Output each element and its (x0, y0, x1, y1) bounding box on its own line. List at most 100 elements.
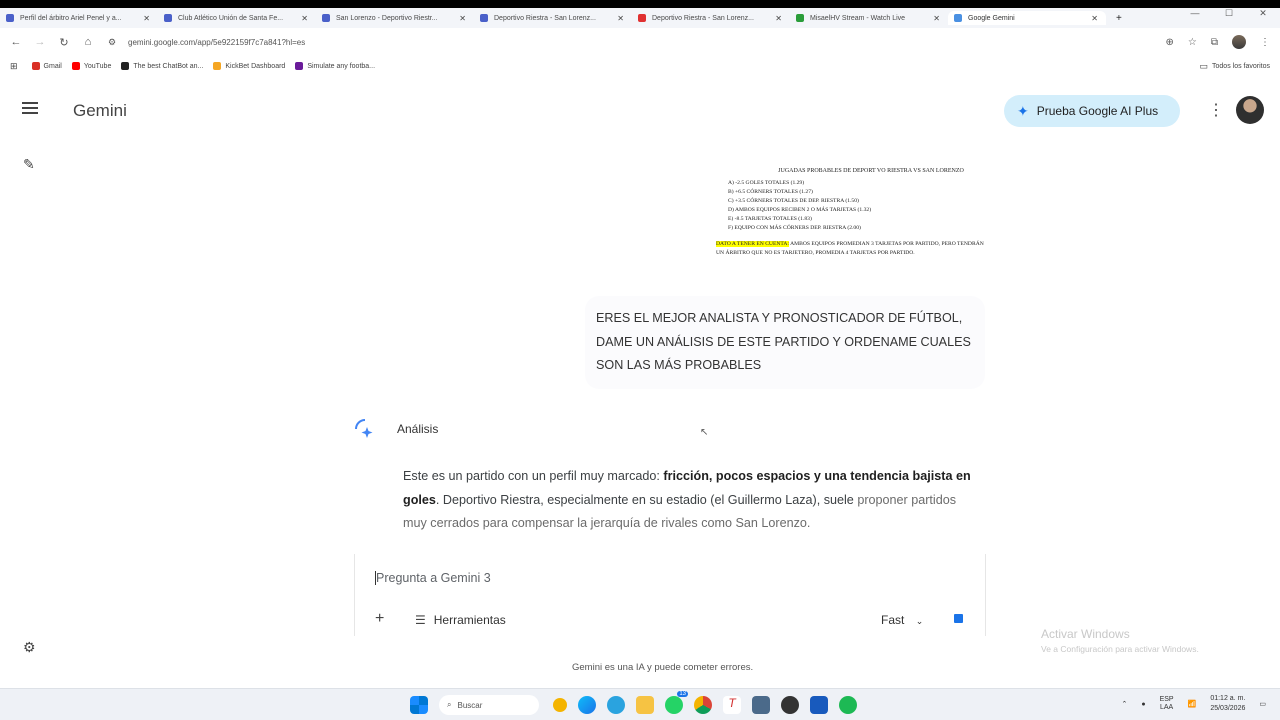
network-volume-icons[interactable]: 📶 (1188, 700, 1197, 708)
bookmark-item[interactable]: YouTube (71, 62, 111, 70)
chevron-down-icon: ⌄ (915, 616, 924, 626)
bookmark-item[interactable]: The best ChatBot an... (121, 62, 203, 70)
widgets-icon[interactable] (553, 698, 567, 712)
attachment-line: B) +6.5 CÓRNERS TOTALES (1.27) (728, 189, 813, 195)
bookmark-item[interactable]: KickBet Dashboard (213, 62, 285, 70)
bookmark-label: KickBet Dashboard (225, 62, 286, 70)
apps-icon[interactable]: ⊞ (10, 61, 18, 72)
tab-close-icon[interactable]: ✕ (775, 14, 782, 23)
more-options-icon[interactable]: ⋮ (1208, 100, 1224, 120)
clock-date: 25/03/2026 (1210, 705, 1246, 712)
attachment-line: A) -2.5 GOLES TOTALES (1.29) (728, 180, 805, 186)
clock[interactable]: 01:12 a. m. 25/03/2026 (1210, 694, 1245, 714)
microphone-icon[interactable]: ● (1141, 701, 1145, 708)
clock-time: 01:12 a. m. (1210, 695, 1246, 702)
zoom-icon[interactable]: ⊕ (1166, 37, 1174, 48)
tools-label: Herramientas (433, 613, 506, 627)
browser-tab[interactable]: Perfil del árbitro Ariel Penel y a... ✕ (0, 11, 158, 25)
tab-close-icon[interactable]: ✕ (301, 14, 308, 23)
spotify-icon[interactable] (839, 696, 857, 714)
attachment-line: C) +3.5 CÓRNERS TOTALES DE DEP. RIESTRA … (728, 198, 859, 204)
reload-icon[interactable]: ↻ (52, 36, 76, 49)
telegram-icon[interactable] (607, 696, 625, 714)
upgrade-plus-button[interactable]: ✦ Prueba Google AI Plus (1004, 95, 1180, 127)
tab-favicon-icon (638, 14, 646, 22)
response-status-label: Análisis (397, 422, 439, 436)
word-icon[interactable] (810, 696, 828, 714)
bookmark-favicon-icon (295, 62, 304, 70)
language-indicator[interactable]: ESP LAA (1160, 696, 1174, 712)
tab-close-icon[interactable]: ✕ (933, 14, 940, 23)
window-controls: — ☐ ✕ (1178, 8, 1280, 19)
back-icon[interactable]: ← (4, 36, 28, 48)
app-title: Gemini (73, 101, 127, 120)
hamburger-menu-icon[interactable] (22, 102, 38, 114)
tab-close-icon[interactable]: ✕ (143, 14, 150, 23)
bookmark-item[interactable]: Gmail (31, 62, 62, 70)
tab-title: Club Atlético Unión de Santa Fe... (178, 14, 284, 22)
bookmark-star-icon[interactable]: ☆ (1188, 37, 1197, 48)
browser-tab[interactable]: Club Atlético Unión de Santa Fe... ✕ (158, 11, 316, 25)
browser-tab[interactable]: Deportivo Riestra - San Lorenz... ✕ (474, 11, 632, 25)
notifications-icon[interactable]: ▭ (1259, 700, 1266, 708)
forward-icon[interactable]: → (28, 36, 52, 48)
url-text[interactable]: gemini.google.com/app/5e922159f7c7a841?h… (128, 38, 305, 47)
windows-start-icon[interactable] (410, 696, 428, 714)
browser-tab[interactable]: Google Gemini ✕ (948, 11, 1106, 25)
all-bookmarks-label: Todos los favoritos (1212, 62, 1270, 70)
maximize-icon[interactable]: ☐ (1212, 8, 1246, 19)
tab-title: San Lorenzo - Deportivo Riestr... (336, 14, 438, 22)
calculator-icon[interactable] (752, 696, 770, 714)
add-file-icon[interactable]: + (375, 610, 384, 628)
attachment-line: E) -8.5 TARJETAS TOTALES (1.83) (728, 216, 812, 222)
tab-close-icon[interactable]: ✕ (459, 14, 466, 23)
browser-tab[interactable]: Deportivo Riestra - San Lorenz... ✕ (632, 11, 790, 25)
watermark-title: Activar Windows (1041, 627, 1130, 641)
close-icon[interactable]: ✕ (1246, 8, 1280, 19)
search-icon: ⌕ (447, 700, 452, 709)
chevron-up-icon[interactable]: ⌃ (1121, 700, 1127, 708)
file-explorer-icon[interactable] (636, 696, 654, 714)
tab-title: Google Gemini (968, 14, 1015, 22)
settings-gear-icon[interactable]: ⚙ (23, 639, 36, 656)
edge-icon[interactable] (578, 696, 596, 714)
bookmark-item[interactable]: Simulate any footba... (295, 62, 375, 70)
bookmarks-bar: ⊞ Gmail YouTube The best ChatBot an... Kick… (0, 58, 1280, 74)
model-mode-button[interactable]: Fast ⌄ (881, 613, 923, 627)
attachment-line: F) EQUIPO CON MÁS CÓRNERS DEP. RIESTRA (… (728, 225, 861, 231)
whatsapp-icon[interactable]: 13 (665, 691, 688, 714)
obs-icon[interactable] (781, 696, 799, 714)
browser-tab[interactable]: MisaelHV Stream - Watch Live ✕ (790, 11, 948, 25)
extensions-icon[interactable]: ⧉ (1211, 37, 1218, 48)
tab-favicon-icon (6, 14, 14, 22)
response-header: Análisis (354, 418, 438, 440)
new-chat-icon[interactable]: ✎ (23, 156, 35, 173)
attachment-title: JUGADAS PROBABLES DE DEPORT VO RIESTRA V… (778, 168, 964, 174)
notification-badge: 13 (677, 691, 688, 697)
stop-generation-button[interactable] (954, 614, 963, 623)
prompt-input[interactable]: Pregunta a Gemini 3 (375, 571, 491, 585)
watermark-subtitle: Ve a Configuración para activar Windows. (1041, 644, 1199, 654)
taskbar: ⌕ Buscar 13 T ⌃ ● ESP LAA 📶 01:12 a. m. 2… (0, 688, 1280, 720)
user-avatar[interactable] (1236, 96, 1264, 124)
minimize-icon[interactable]: — (1178, 8, 1212, 19)
new-tab-icon[interactable]: + (1116, 13, 1122, 24)
site-info-icon[interactable]: ⚙ (100, 37, 124, 48)
search-label: Buscar (457, 700, 483, 710)
all-bookmarks[interactable]: ▭ Todos los favoritos (1200, 61, 1271, 72)
browser-menu-icon[interactable]: ⋮ (1260, 37, 1270, 48)
home-icon[interactable]: ⌂ (76, 36, 100, 48)
tab-strip: Perfil del árbitro Ariel Penel y a... ✕ Cl… (0, 8, 1280, 28)
tab-close-icon[interactable]: ✕ (617, 14, 624, 23)
tab-close-icon[interactable]: ✕ (1091, 14, 1098, 23)
mode-label: Fast (881, 613, 905, 627)
tools-sliders-icon: ☰ (415, 613, 426, 627)
browser-tab[interactable]: San Lorenzo - Deportivo Riestr... ✕ (316, 11, 474, 25)
text-editor-icon[interactable]: T (723, 696, 741, 714)
attached-image[interactable]: JUGADAS PROBABLES DE DEPORT VO RIESTRA V… (716, 168, 986, 262)
chrome-icon[interactable] (694, 696, 712, 714)
profile-avatar[interactable] (1232, 35, 1246, 49)
tab-favicon-icon (796, 14, 804, 22)
taskbar-search[interactable]: ⌕ Buscar (439, 695, 539, 715)
tools-button[interactable]: ☰ Herramientas (415, 613, 506, 627)
